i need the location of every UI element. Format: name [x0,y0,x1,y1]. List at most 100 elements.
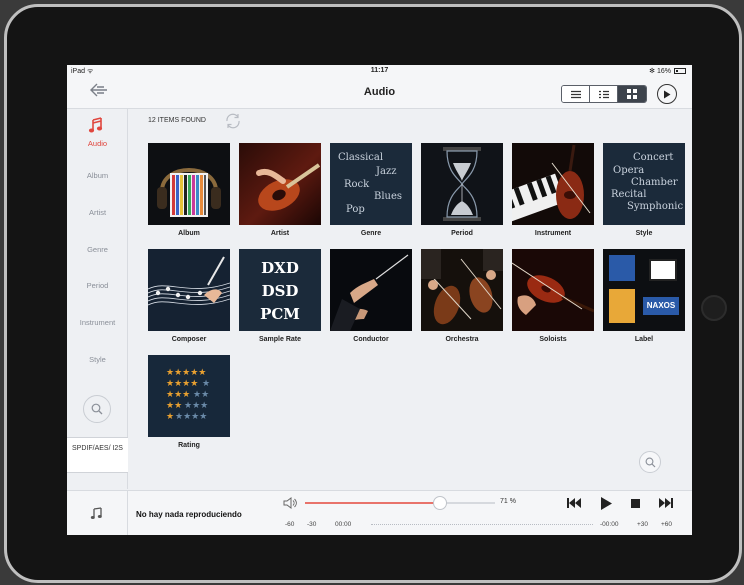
svg-text:★★★: ★★★ [184,401,208,411]
tile-soloists[interactable]: Soloists [512,249,594,343]
tile-album[interactable]: Album [148,143,230,237]
record-label-logo-blue [609,255,635,281]
previous-track-button[interactable] [565,495,583,511]
items-found-count: 12 ITEMS FOUND [148,117,206,124]
svg-text:★★: ★★ [193,390,209,400]
hourglass-icon [443,147,481,221]
battery-icon [674,68,686,74]
play-queue-button[interactable] [657,84,677,104]
sidebar-search-button[interactable] [83,395,111,423]
tile-soloists-label: Soloists [539,336,567,343]
headphones-album-icon [157,168,221,217]
remaining-time: -00:00 [600,521,619,528]
tile-artist[interactable]: Artist [239,143,321,237]
refresh-icon[interactable] [224,112,242,130]
conductor-baton-icon [330,254,409,331]
audio-output-selector[interactable]: SPDIF/AES/ I2S [67,437,128,473]
play-button[interactable] [597,495,615,511]
sidebar: Audio Album Artist Genre Period Instrume… [67,109,128,489]
sidebar-item-style[interactable]: Style [67,355,128,364]
tile-composer-art [148,249,230,331]
sidebar-item-audio[interactable]: Audio [67,139,128,148]
tile-genre[interactable]: Classical Jazz Rock Blues Pop Genre [330,143,412,237]
violinist-icon [512,262,594,315]
format-dsd: DSD [261,282,299,300]
tile-rating-art: ★★★★★ ★★★★ ★ ★★★ ★★ ★★ ★★★ ★ ★★★★ [148,355,230,437]
skip-back-60-button[interactable]: -60 [285,521,294,528]
sidebar-item-artist[interactable]: Artist [67,208,128,217]
navigation-bar: Audio [67,77,692,109]
star-rating-icon: ★★★★★ ★★★★ ★ ★★★ ★★ ★★ ★★★ ★ ★★★★ [166,368,210,422]
tile-orchestra[interactable]: Orchestra [421,249,503,343]
stop-icon [630,498,640,508]
player-bar: No hay nada reproduciendo 71 % -60 -30 0… [67,490,692,535]
genre-word-blues: Blues [374,191,403,202]
style-word-symphonic: Symphonic [627,201,684,212]
skip-back-30-button[interactable]: -30 [307,521,316,528]
search-icon [91,403,103,415]
genre-word-jazz: Jazz [376,166,397,177]
view-mode-toggle [561,85,647,103]
home-button[interactable] [701,295,727,321]
tile-genre-art: Classical Jazz Rock Blues Pop [330,143,412,225]
tile-sample-rate[interactable]: DXD DSD PCM Sample Rate [239,249,321,343]
guitar-icon [256,163,321,211]
tile-instrument-label: Instrument [534,230,572,237]
tile-sample-rate-art: DXD DSD PCM [239,249,321,331]
svg-text:★: ★ [166,412,174,422]
detail-view-button[interactable] [590,86,618,102]
music-note-icon [88,117,103,133]
tile-instrument[interactable]: Instrument [512,143,594,237]
skip-previous-icon [567,498,581,508]
tile-composer-label: Composer [171,336,207,343]
tile-style-label: Style [635,230,653,237]
detail-view-icon [598,90,609,98]
next-track-button[interactable] [657,495,675,511]
tile-artist-art [239,143,321,225]
play-circle-icon [664,90,671,98]
now-playing-artwork[interactable] [67,491,128,535]
svg-text:★★: ★★ [166,401,182,411]
tile-conductor[interactable]: Conductor [330,249,412,343]
sheet-music-quill-icon [148,256,230,306]
volume-slider[interactable] [305,496,495,510]
tile-rating[interactable]: ★★★★★ ★★★★ ★ ★★★ ★★ ★★ ★★★ ★ ★★★★ Rating [148,355,230,449]
elapsed-time: 00:00 [335,521,352,528]
skip-forward-60-button[interactable]: +60 [661,521,672,528]
floating-search-button[interactable] [639,451,661,473]
music-note-icon [90,506,102,519]
genre-word-pop: Pop [346,204,365,215]
play-icon [600,496,612,510]
grid-view-button[interactable] [618,86,646,102]
skip-forward-30-button[interactable]: +30 [637,521,648,528]
track-progress-bar[interactable] [371,524,593,525]
sidebar-item-album[interactable]: Album [67,171,128,180]
tile-rating-label: Rating [178,442,200,449]
tile-period[interactable]: Period [421,143,503,237]
style-word-recital: Recital [611,189,647,200]
battery-indicator: ✻ 16% [649,67,686,75]
style-word-chamber: Chamber [631,177,678,188]
speaker-icon[interactable] [283,497,297,509]
volume-knob[interactable] [433,496,447,510]
stop-button[interactable] [626,495,644,511]
svg-text:★★★★: ★★★★ [166,379,198,389]
tile-sample-rate-label: Sample Rate [258,336,302,343]
tile-conductor-label: Conductor [353,336,389,343]
sidebar-item-genre[interactable]: Genre [67,245,128,254]
sidebar-item-period[interactable]: Period [67,281,128,290]
format-dxd: DXD [261,259,299,277]
tile-soloists-art [512,249,594,331]
tile-period-label: Period [451,230,473,237]
skip-next-icon [659,498,673,508]
tile-composer[interactable]: Composer [148,249,230,343]
tile-album-label: Album [178,230,200,237]
sidebar-item-instrument[interactable]: Instrument [67,318,128,327]
app-screen: iPad ᯤ 11:17 ✻ 16% Audio Audio Album Art… [67,65,692,535]
violin-piano-icon [512,144,591,223]
tile-orchestra-label: Orchestra [445,336,479,343]
now-playing-text: No hay nada reproduciendo [136,510,242,519]
tile-label[interactable]: NAXOS Label [603,249,685,343]
tile-style[interactable]: Concert Opera Chamber Recital Symphonic … [603,143,685,237]
list-view-button[interactable] [562,86,590,102]
